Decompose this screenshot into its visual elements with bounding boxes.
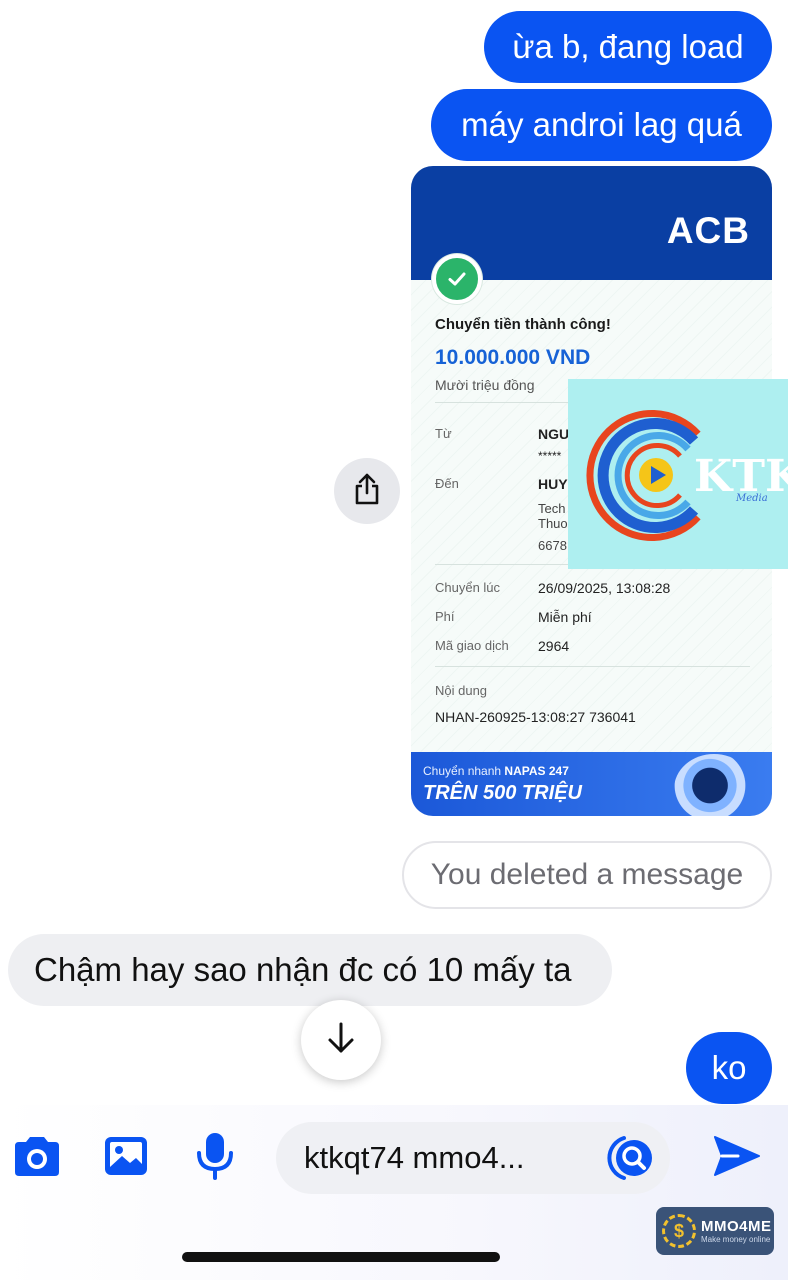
share-button[interactable] (334, 458, 400, 524)
mmo4me-badge: $ MMO4ME Make money online (656, 1207, 774, 1255)
from-label: Từ (435, 426, 452, 441)
to-name: HUY (538, 476, 568, 492)
receipt-amount-words: Mười triệu đồng (435, 377, 535, 393)
dollar-coin-icon: $ (662, 1214, 696, 1248)
image-icon (102, 1134, 150, 1183)
banner-mascot-graphic (674, 754, 754, 816)
acb-logo: ACB (666, 210, 750, 251)
message-text: ko (711, 1049, 747, 1086)
voice-button[interactable] (192, 1132, 238, 1184)
outgoing-message-bubble[interactable]: ko (686, 1032, 772, 1104)
outgoing-message-bubble[interactable]: ừa b, đang load (484, 11, 772, 83)
incoming-message-bubble[interactable]: Chậm hay sao nhận đc có 10 mấy ta (8, 934, 612, 1006)
receipt-amount: 10.000.000 VND (435, 346, 591, 369)
content-value: NHAN-260925-13:08:27 736041 (435, 709, 636, 725)
fee-label: Phí (435, 609, 455, 624)
microphone-icon (195, 1131, 235, 1186)
ktk-logo: KTK Media (586, 410, 788, 541)
badge-tagline: Make money online (701, 1235, 771, 1244)
banner-headline: TRÊN 500 TRIỆU (423, 782, 582, 804)
time-label: Chuyển lúc (435, 580, 501, 595)
home-indicator (182, 1252, 500, 1262)
deleted-message-notice: You deleted a message (402, 841, 772, 909)
gallery-button[interactable] (100, 1134, 152, 1182)
divider (435, 666, 750, 667)
to-account: 6678 (538, 538, 567, 553)
time-value: 26/09/2025, 13:08:28 (538, 580, 671, 596)
message-text: máy androi lag quá (461, 106, 742, 143)
share-icon (352, 472, 382, 511)
ktk-media-watermark: KTK Media (568, 379, 788, 569)
napas-banner: Chuyển nhanh NAPAS 247 TRÊN 500 TRIỆU (411, 752, 772, 816)
badge-name: MMO4ME (701, 1218, 772, 1235)
to-bank-line: Tech (538, 501, 566, 516)
content-label: Nội dung (435, 683, 488, 698)
success-check-icon (432, 254, 482, 304)
from-name: NGU (538, 426, 570, 442)
banner-caption-bold: NAPAS 247 (504, 764, 569, 778)
send-button[interactable] (712, 1134, 762, 1182)
transaction-id-value: 2964 (538, 638, 570, 654)
search-icon[interactable] (602, 1130, 660, 1186)
fee-value: Miễn phí (538, 609, 592, 625)
arrow-down-icon (325, 1021, 357, 1060)
scroll-to-bottom-button[interactable] (301, 1000, 381, 1080)
message-text: Chậm hay sao nhận đc có 10 mấy ta (34, 951, 572, 988)
to-label: Đến (435, 476, 459, 491)
camera-button[interactable] (10, 1134, 64, 1182)
watermark-tagline: Media (735, 493, 768, 504)
deleted-message-text: You deleted a message (430, 858, 744, 891)
banner-caption-prefix: Chuyển nhanh (423, 764, 502, 778)
message-input[interactable]: ktkqt74 mmo4... (276, 1122, 670, 1194)
message-text: ừa b, đang load (512, 28, 744, 65)
receipt-title: Chuyển tiền thành công! (435, 316, 611, 333)
banner-caption: Chuyển nhanh NAPAS 247 (423, 764, 569, 778)
message-input-text: ktkqt74 mmo4... (304, 1140, 525, 1175)
camera-icon (11, 1134, 63, 1183)
to-bank-line: Thuo (538, 516, 568, 531)
send-icon (712, 1133, 762, 1184)
from-account: ***** (538, 449, 562, 463)
transaction-id-label: Mã giao dịch (435, 638, 509, 653)
outgoing-message-bubble[interactable]: máy androi lag quá (431, 89, 772, 161)
